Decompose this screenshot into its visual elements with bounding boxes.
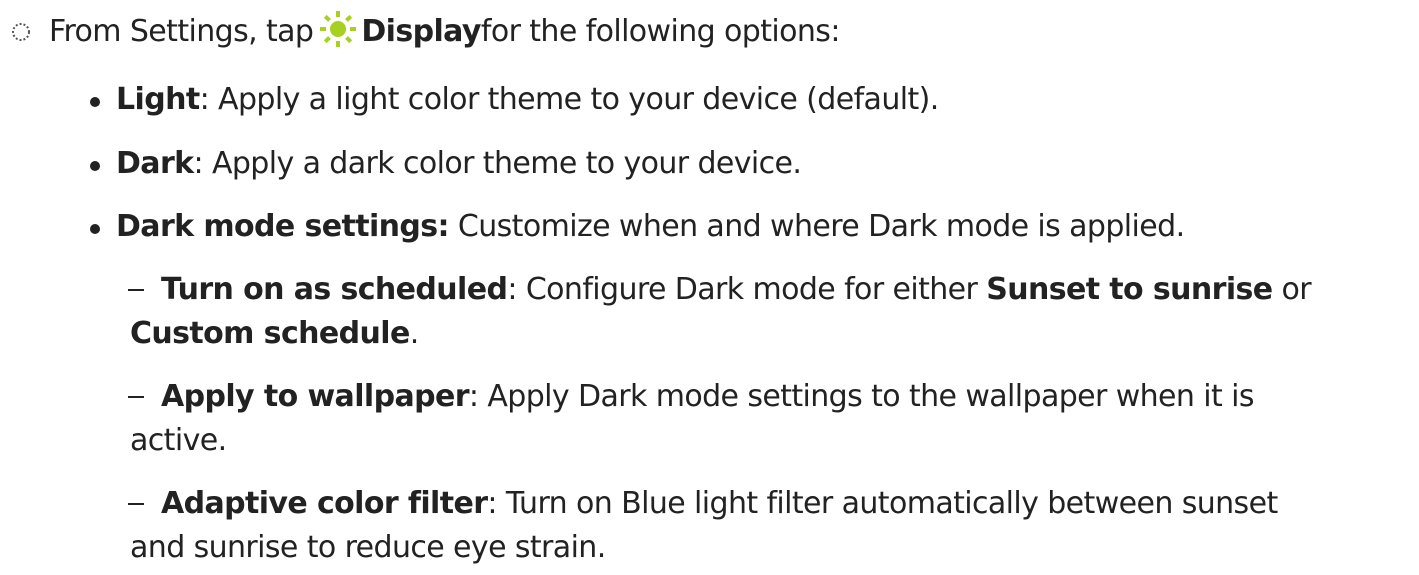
- setting-turn-on-as-scheduled: Turn on as scheduled: Configure Dark mod…: [128, 272, 1312, 308]
- bullet-icon: [90, 161, 100, 171]
- display-sun-icon: [317, 8, 359, 50]
- setting-term: Turn on as scheduled: [161, 272, 508, 307]
- setting-continuation: and sunrise to reduce eye strain.: [130, 530, 606, 565]
- option-desc: : Apply a dark color theme to your devic…: [193, 146, 802, 181]
- setting-adaptive-color-filter: Adaptive color filter: Turn on Blue ligh…: [128, 486, 1278, 522]
- intro-line: From Settings, tap Display for the follo…: [4, 11, 841, 50]
- option-desc: : Apply a light color theme to your devi…: [199, 82, 940, 117]
- setting-desc: : Turn on Blue light filter automaticall…: [487, 486, 1278, 521]
- option-desc: Customize when and where Dark mode is ap…: [448, 209, 1185, 244]
- intro-lead: From Settings, tap: [49, 14, 314, 49]
- option-term: Dark mode settings:: [116, 209, 450, 244]
- dash-icon: [128, 396, 144, 398]
- dash-icon: [128, 503, 144, 505]
- setting-term: Adaptive color filter: [161, 486, 488, 521]
- setting-desc-end: .: [409, 316, 420, 351]
- setting-desc-mid: or: [1272, 272, 1311, 307]
- setting-term: Apply to wallpaper: [161, 379, 470, 414]
- step-circle-icon: [4, 15, 38, 49]
- option-sunset-to-sunrise: Sunset to sunrise: [986, 272, 1273, 307]
- setting-desc: : Configure Dark mode for either: [507, 272, 987, 307]
- setting-continuation: active.: [130, 423, 227, 458]
- dash-icon: [128, 289, 144, 291]
- option-custom-schedule: Custom schedule: [130, 316, 410, 351]
- option-dark: Dark: Apply a dark color theme to your d…: [90, 146, 802, 182]
- option-term: Dark: [116, 146, 194, 181]
- option-term: Light: [116, 82, 200, 117]
- intro-tail: for the following options:: [480, 14, 841, 49]
- setting-apply-to-wallpaper: Apply to wallpaper: Apply Dark mode sett…: [128, 379, 1254, 415]
- bullet-icon: [90, 97, 100, 107]
- option-dark-mode-settings: Dark mode settings: Customize when and w…: [90, 209, 1185, 245]
- display-link[interactable]: Display: [361, 14, 481, 50]
- bullet-icon: [90, 224, 100, 234]
- option-light: Light: Apply a light color theme to your…: [90, 82, 939, 118]
- setting-continuation: Custom schedule.: [130, 316, 419, 352]
- setting-desc: : Apply Dark mode settings to the wallpa…: [468, 379, 1255, 414]
